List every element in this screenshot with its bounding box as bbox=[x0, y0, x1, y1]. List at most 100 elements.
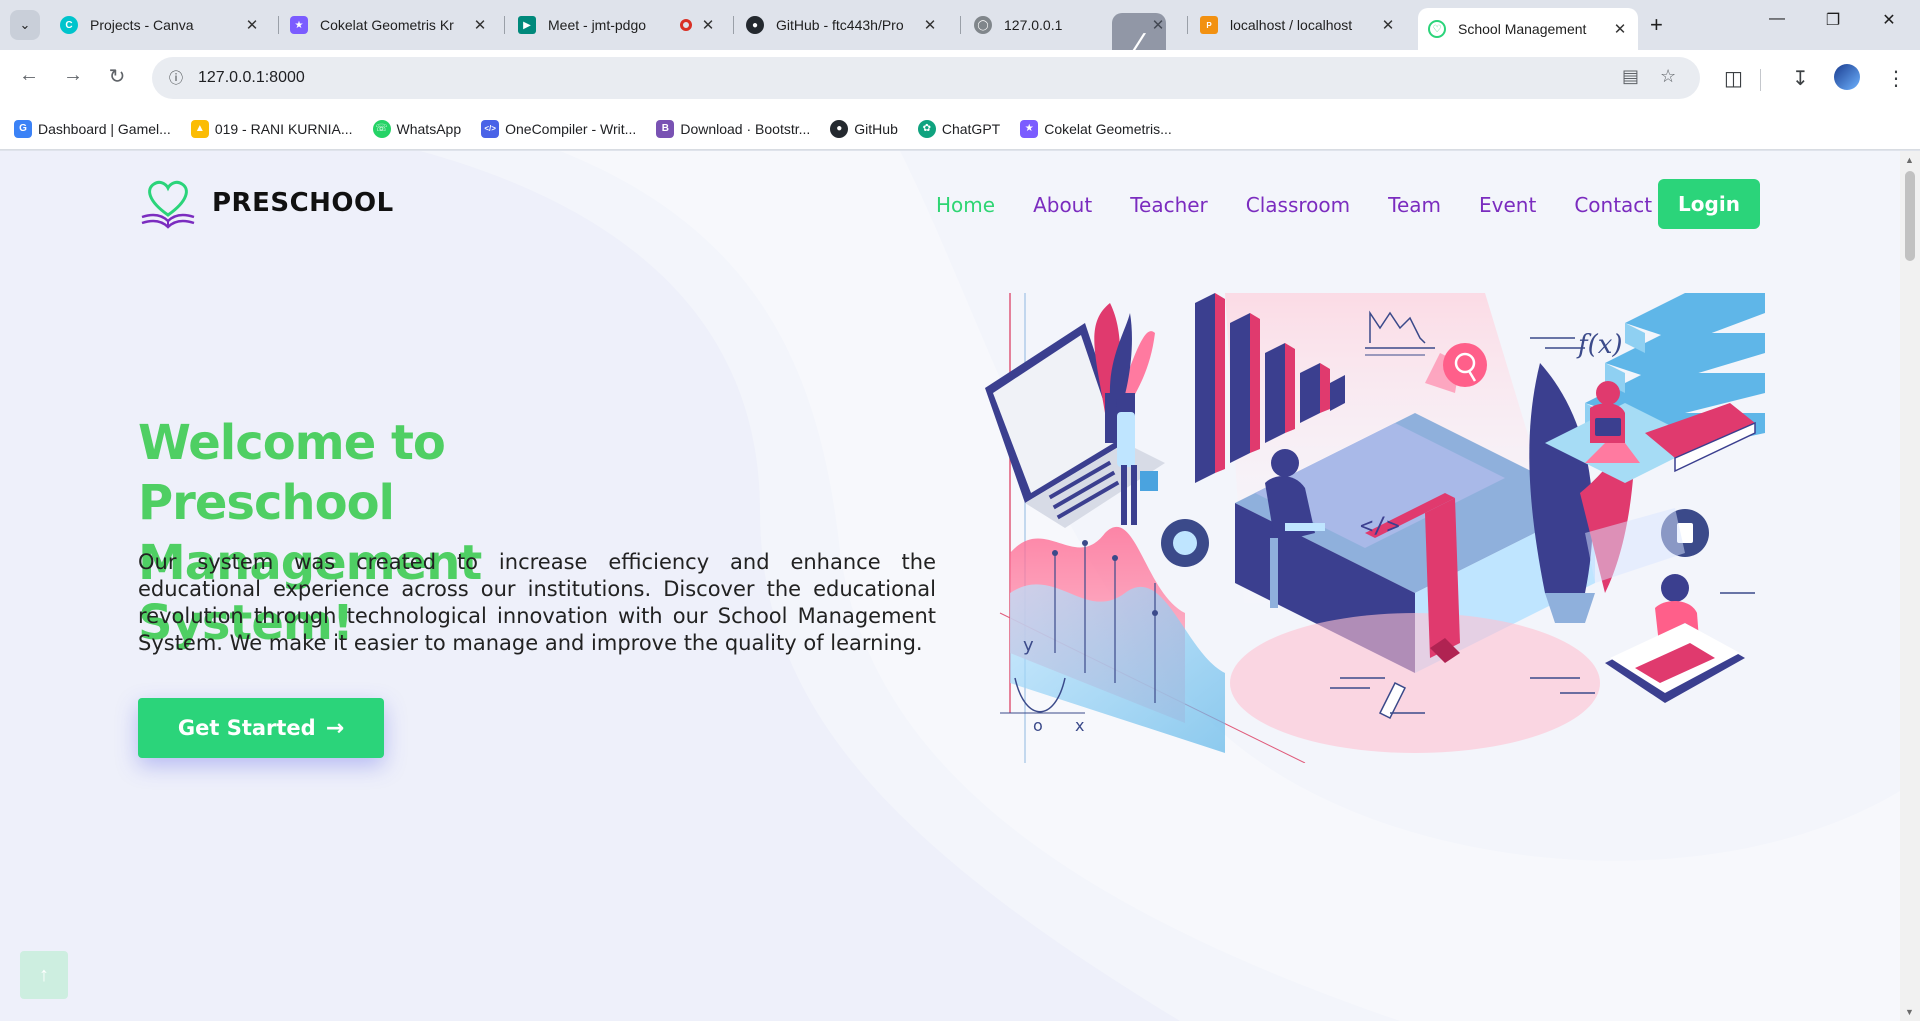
restore-button[interactable]: ❐ bbox=[1810, 10, 1856, 30]
whatsapp-icon: ☏ bbox=[372, 119, 391, 138]
tab-divider bbox=[733, 16, 734, 34]
nav-contact[interactable]: Contact bbox=[1574, 193, 1652, 217]
bookmark-item[interactable]: ▲ 019 - RANI KURNIA... bbox=[190, 119, 353, 138]
close-icon[interactable]: ✕ bbox=[922, 16, 938, 34]
code-icon: </> bbox=[481, 119, 500, 138]
bookmark-label: ChatGPT bbox=[941, 120, 1001, 137]
hero-illustration: y o x </> f(x) bbox=[985, 293, 1765, 763]
drive-icon: ▲ bbox=[190, 119, 209, 138]
badge-icon: ★ bbox=[1020, 119, 1039, 138]
bookmark-star-icon[interactable]: ☆ bbox=[1660, 66, 1676, 87]
bookmark-item[interactable]: B Download · Bootstr... bbox=[656, 119, 811, 138]
chatgpt-icon: ✿ bbox=[917, 119, 936, 138]
recording-icon bbox=[680, 19, 692, 31]
meet-icon: ▶ bbox=[518, 16, 536, 34]
bookmarks-bar: G Dashboard | Gamel... ▲ 019 - RANI KURN… bbox=[0, 108, 1920, 150]
new-tab-button[interactable]: + bbox=[1650, 12, 1663, 38]
nav-event[interactable]: Event bbox=[1479, 193, 1536, 217]
menu-kebab-icon[interactable]: ⋮ bbox=[1886, 66, 1906, 91]
tab-title: Projects - Canva bbox=[90, 17, 194, 33]
bookmark-item[interactable]: ✿ ChatGPT bbox=[917, 119, 1001, 138]
browser-tab[interactable]: ● GitHub - ftc443h/Pro ✕ bbox=[736, 8, 948, 42]
heart-book-icon bbox=[141, 180, 195, 229]
scroll-up-arrow-icon[interactable]: ▲ bbox=[1905, 155, 1914, 165]
dashboard-icon: G bbox=[14, 119, 32, 138]
translate-icon[interactable]: ▤ bbox=[1622, 66, 1639, 87]
profile-avatar[interactable] bbox=[1834, 64, 1860, 90]
github-icon: ● bbox=[746, 16, 764, 34]
nav-home[interactable]: Home bbox=[936, 193, 995, 217]
x-axis-glyph: x bbox=[1075, 716, 1084, 735]
browser-tab[interactable]: ★ Cokelat Geometris Kr ✕ bbox=[280, 8, 498, 42]
nav-about[interactable]: About bbox=[1033, 193, 1092, 217]
origin-glyph: o bbox=[1033, 716, 1043, 735]
school-logo-icon: ♡ bbox=[1428, 20, 1446, 38]
close-icon[interactable]: ✕ bbox=[1380, 16, 1396, 34]
tab-title: localhost / localhost bbox=[1230, 17, 1353, 33]
bookmark-label: OneCompiler - Writ... bbox=[505, 120, 637, 137]
badge-icon: ★ bbox=[290, 16, 308, 34]
code-glyph: </> bbox=[1360, 514, 1400, 539]
site-info-icon[interactable]: ⓘ bbox=[164, 66, 188, 90]
bootstrap-icon: B bbox=[656, 119, 675, 138]
close-window-button[interactable]: ✕ bbox=[1866, 10, 1912, 30]
tab-divider bbox=[278, 16, 279, 34]
phpmyadmin-icon: P bbox=[1200, 16, 1218, 34]
canva-icon: C bbox=[60, 16, 78, 34]
browser-tab-bar: ⌄ C Projects - Canva ✕ ★ Cokelat Geometr… bbox=[0, 0, 1920, 71]
bookmark-label: Cokelat Geometris... bbox=[1044, 120, 1172, 137]
url-text[interactable]: 127.0.0.1:8000 bbox=[198, 69, 305, 87]
bookmark-item[interactable]: ★ Cokelat Geometris... bbox=[1020, 119, 1172, 138]
minimize-button[interactable]: — bbox=[1754, 10, 1800, 28]
tab-divider bbox=[960, 16, 961, 34]
nav-team[interactable]: Team bbox=[1388, 193, 1441, 217]
nav-teacher[interactable]: Teacher bbox=[1130, 193, 1208, 217]
bookmark-item[interactable]: ● GitHub bbox=[830, 119, 898, 138]
nav-classroom[interactable]: Classroom bbox=[1246, 193, 1350, 217]
browser-tab-active[interactable]: ♡ School Management ✕ bbox=[1418, 8, 1638, 50]
back-button[interactable]: ← bbox=[14, 64, 44, 87]
extensions-icon[interactable]: ◫ bbox=[1724, 66, 1743, 91]
brand-name: PRESCHOOL bbox=[212, 188, 394, 218]
browser-tab[interactable]: ▶ Meet - jmt-pdgo ✕ bbox=[508, 8, 726, 42]
tab-title: GitHub - ftc443h/Pro bbox=[776, 17, 904, 33]
bookmark-label: WhatsApp bbox=[396, 120, 462, 137]
bookmark-label: 019 - RANI KURNIA... bbox=[214, 120, 353, 137]
close-icon[interactable]: ✕ bbox=[700, 16, 716, 34]
bookmark-item[interactable]: </> OneCompiler - Writ... bbox=[481, 119, 637, 138]
back-to-top-button[interactable]: ↑ bbox=[20, 951, 68, 999]
bookmark-label: GitHub bbox=[854, 120, 898, 137]
toolbar-divider bbox=[1760, 69, 1761, 91]
bookmark-item[interactable]: G Dashboard | Gamel... bbox=[14, 119, 171, 138]
browser-tab[interactable]: P localhost / localhost ✕ bbox=[1190, 8, 1406, 42]
github-icon: ● bbox=[830, 119, 849, 138]
tab-search-button[interactable]: ⌄ bbox=[10, 10, 40, 40]
globe-icon: ◯ bbox=[974, 16, 992, 34]
browser-tab[interactable]: C Projects - Canva ✕ bbox=[50, 8, 270, 42]
tab-divider bbox=[504, 16, 505, 34]
y-axis-glyph: y bbox=[1023, 635, 1034, 656]
get-started-button[interactable]: Get Started → bbox=[138, 698, 384, 758]
tab-divider bbox=[1187, 16, 1188, 34]
tab-title: Meet - jmt-pdgo bbox=[548, 17, 647, 33]
bookmark-item[interactable]: ☏ WhatsApp bbox=[372, 119, 462, 138]
forward-button[interactable]: → bbox=[58, 64, 88, 87]
fx-glyph: f(x) bbox=[1576, 330, 1623, 360]
close-icon[interactable]: ✕ bbox=[1612, 20, 1628, 38]
arrow-up-icon: ↑ bbox=[39, 963, 49, 986]
close-icon[interactable]: ✕ bbox=[472, 16, 488, 34]
bookmark-label: Download · Bootstr... bbox=[680, 120, 811, 137]
chevron-down-icon: ⌄ bbox=[19, 17, 31, 32]
browser-toolbar: ← → ↻ ⓘ 127.0.0.1:8000 ▤ ☆ ◫ ↧ ⋮ bbox=[0, 50, 1920, 108]
download-icon[interactable]: ↧ bbox=[1792, 66, 1809, 91]
site-logo[interactable]: PRESCHOOL bbox=[138, 177, 394, 229]
arrow-right-icon: → bbox=[325, 715, 345, 741]
reload-button[interactable]: ↻ bbox=[102, 64, 132, 89]
page-scrollbar[interactable]: ▲ ▼ bbox=[1900, 151, 1920, 1021]
scroll-down-arrow-icon[interactable]: ▼ bbox=[1905, 1007, 1914, 1017]
login-button[interactable]: Login bbox=[1658, 179, 1760, 229]
address-bar[interactable]: ⓘ 127.0.0.1:8000 ▤ ☆ bbox=[152, 57, 1700, 99]
bookmark-label: Dashboard | Gamel... bbox=[38, 120, 171, 137]
close-icon[interactable]: ✕ bbox=[244, 16, 260, 34]
scrollbar-thumb[interactable] bbox=[1905, 171, 1915, 261]
